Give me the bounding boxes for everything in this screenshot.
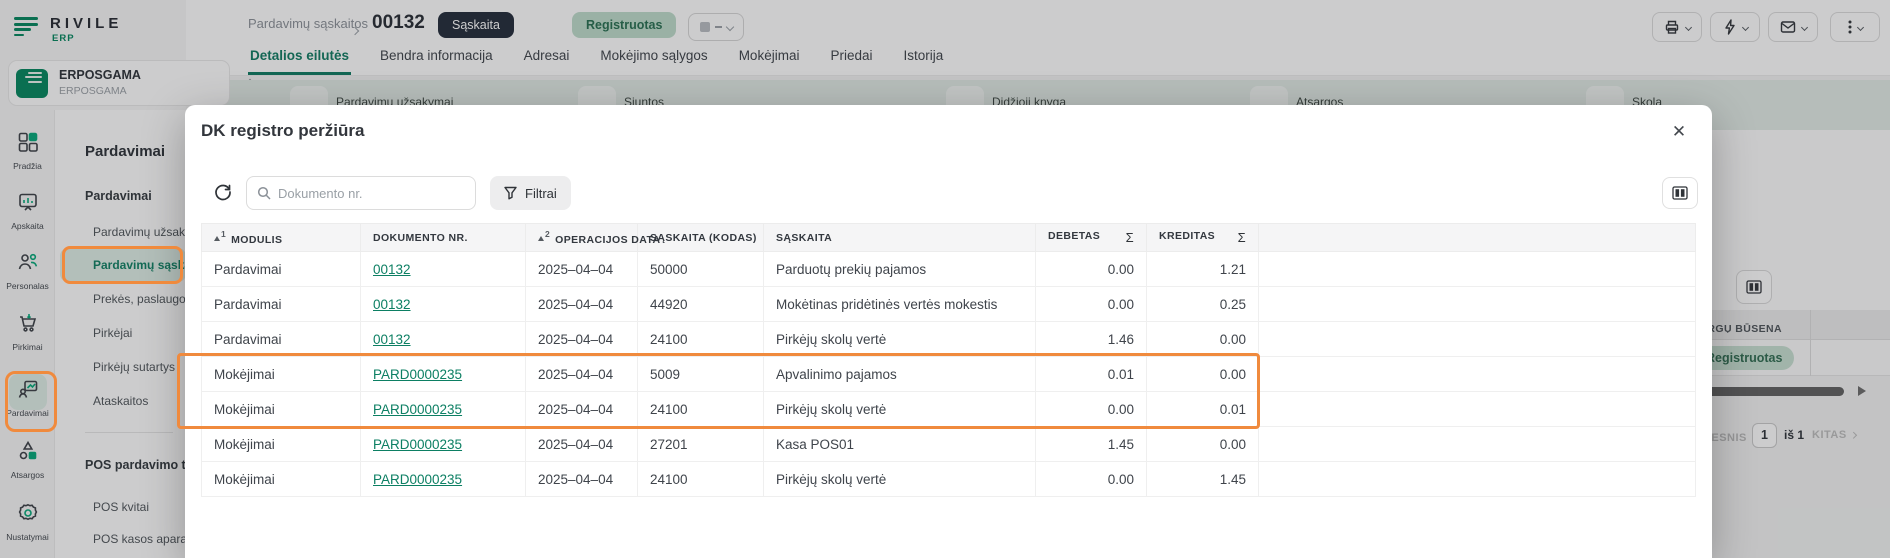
column-header-modulis[interactable]: 1MODULIS xyxy=(202,224,361,252)
table-row[interactable]: Pardavimai 00132 2025–04–04 24100 Pirkėj… xyxy=(202,322,1696,357)
app-root: RIVILE ERP ERPOSGAMA ERPOSGAMA Pradžia A… xyxy=(0,0,1890,558)
table-row[interactable]: Pardavimai 00132 2025–04–04 44920 Mokėti… xyxy=(202,287,1696,322)
column-header-saskaita[interactable]: SĄSKAITA xyxy=(764,224,1036,252)
modal-columns-button[interactable] xyxy=(1662,177,1698,209)
close-icon[interactable]: ✕ xyxy=(1664,117,1694,147)
column-header-saskaita-kodas[interactable]: SĄSKAITA (KODAS) xyxy=(638,224,764,252)
table-row[interactable]: Mokėjimai PARD0000235 2025–04–04 27201 K… xyxy=(202,427,1696,462)
document-link[interactable]: 00132 xyxy=(373,332,411,347)
document-link[interactable]: PARD0000235 xyxy=(373,472,462,487)
column-header-dokumento-nr[interactable]: DOKUMENTO NR. xyxy=(361,224,526,252)
sum-icon[interactable]: Σ xyxy=(1238,230,1246,245)
filter-button[interactable]: Filtrai xyxy=(490,176,571,210)
document-link[interactable]: 00132 xyxy=(373,262,411,277)
annotation-highlighted-rows xyxy=(177,353,1260,429)
search-icon xyxy=(257,186,271,200)
table-row[interactable]: Pardavimai 00132 2025–04–04 50000 Parduo… xyxy=(202,252,1696,287)
column-header-filler xyxy=(1259,224,1696,252)
document-link[interactable]: 00132 xyxy=(373,297,411,312)
sum-icon[interactable]: Σ xyxy=(1126,230,1134,245)
column-header-kreditas[interactable]: KREDITASΣ xyxy=(1147,224,1259,252)
annotation-rail-pardavimai xyxy=(5,371,57,432)
document-link[interactable]: PARD0000235 xyxy=(373,437,462,452)
table-row[interactable]: Mokėjimai PARD0000235 2025–04–04 24100 P… xyxy=(202,462,1696,497)
sort-asc-icon xyxy=(538,236,544,241)
modal-title: DK registro peržiūra xyxy=(201,121,364,141)
column-header-operacijos-data[interactable]: 2OPERACIJOS DATA xyxy=(526,224,638,252)
search-box xyxy=(246,176,476,210)
funnel-icon xyxy=(504,186,517,200)
annotation-sidebar-pardavimu-saskaitos xyxy=(62,246,183,284)
table-header-row: 1MODULIS DOKUMENTO NR. 2OPERACIJOS DATA … xyxy=(202,224,1696,252)
dk-register-modal: DK registro peržiūra ✕ Filtrai xyxy=(185,105,1712,558)
search-input[interactable] xyxy=(278,186,465,201)
column-header-debetas[interactable]: DEBETASΣ xyxy=(1036,224,1147,252)
sort-asc-icon xyxy=(214,236,220,241)
refresh-icon[interactable] xyxy=(212,181,236,205)
columns-icon xyxy=(1672,186,1688,200)
